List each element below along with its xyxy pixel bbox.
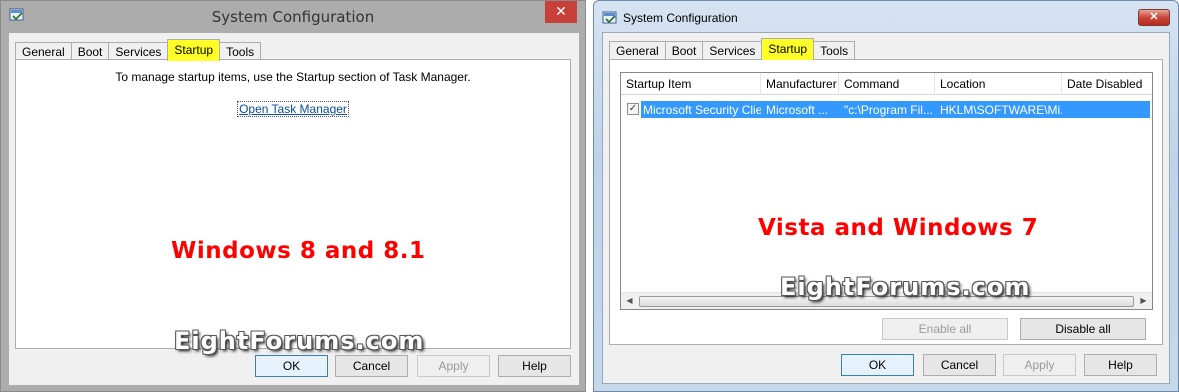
column-header-date-disabled[interactable]: Date Disabled bbox=[1062, 73, 1152, 95]
cell-startup-item: Microsoft Security Client bbox=[643, 102, 761, 117]
column-header-manufacturer[interactable]: Manufacturer bbox=[761, 73, 839, 95]
scroll-right-arrow-icon[interactable]: ▶ bbox=[1135, 293, 1152, 309]
tab-startup[interactable]: Startup bbox=[761, 38, 815, 60]
cell-manufacturer: Microsoft ... bbox=[766, 102, 829, 117]
watermark-text: EightForums.com bbox=[174, 327, 425, 355]
close-button[interactable]: ✕ bbox=[545, 1, 577, 23]
cell-location: HKLM\SOFTWARE\Mi... bbox=[940, 102, 1062, 117]
os-label-windows-8: Windows 8 and 8.1 bbox=[171, 238, 426, 264]
column-header-startup-item[interactable]: Startup Item bbox=[621, 73, 761, 95]
os-label-windows-7: Vista and Windows 7 bbox=[758, 215, 1039, 241]
close-button[interactable]: ✕ bbox=[1138, 9, 1170, 26]
startup-tab-panel: To manage startup items, use the Startup… bbox=[15, 59, 571, 349]
msconfig-app-icon bbox=[602, 11, 617, 24]
cancel-button[interactable]: Cancel bbox=[923, 354, 996, 376]
tab-services[interactable]: Services bbox=[702, 41, 763, 60]
tab-startup[interactable]: Startup bbox=[167, 39, 221, 61]
window-title: System Configuration bbox=[623, 11, 738, 25]
ok-button[interactable]: OK bbox=[255, 355, 328, 377]
watermark-text: EightForums.com bbox=[780, 273, 1031, 301]
help-button[interactable]: Help bbox=[1084, 354, 1157, 376]
list-header: Startup Item Manufacturer Command Locati… bbox=[621, 73, 1152, 95]
tab-boot[interactable]: Boot bbox=[664, 41, 704, 60]
disable-all-button[interactable]: Disable all bbox=[1020, 318, 1146, 340]
tab-general[interactable]: General bbox=[609, 41, 666, 60]
help-button[interactable]: Help bbox=[498, 355, 571, 377]
tab-tools[interactable]: Tools bbox=[813, 41, 856, 60]
system-configuration-window-win7: System Configuration ✕ General Boot Serv… bbox=[593, 0, 1179, 392]
column-header-location[interactable]: Location bbox=[935, 73, 1062, 95]
open-task-manager-link-row: Open Task Manager bbox=[16, 101, 570, 117]
enable-all-button[interactable]: Enable all bbox=[882, 318, 1008, 340]
window-title: System Configuration bbox=[211, 8, 375, 26]
ok-button[interactable]: OK bbox=[841, 354, 914, 376]
tab-strip: General Boot Services Startup Tools bbox=[15, 39, 262, 61]
list-item[interactable]: ✓ Microsoft Security Client Microsoft ..… bbox=[621, 101, 1152, 118]
cancel-button[interactable]: Cancel bbox=[335, 355, 408, 377]
cell-command: "c:\Program Fil... bbox=[844, 102, 933, 117]
startup-tab-panel: Startup Item Manufacturer Command Locati… bbox=[609, 59, 1163, 345]
column-header-command[interactable]: Command bbox=[839, 73, 935, 95]
scroll-left-arrow-icon[interactable]: ◀ bbox=[621, 293, 638, 309]
tab-strip: General Boot Services Startup Tools bbox=[609, 38, 856, 60]
apply-button[interactable]: Apply bbox=[417, 355, 490, 377]
title-bar: System Configuration ✕ bbox=[1, 1, 585, 33]
open-task-manager-link[interactable]: Open Task Manager bbox=[237, 101, 349, 117]
system-configuration-window-win8: System Configuration ✕ General Boot Serv… bbox=[0, 0, 586, 392]
apply-button[interactable]: Apply bbox=[1003, 354, 1076, 376]
startup-message: To manage startup items, use the Startup… bbox=[115, 70, 471, 84]
dialog-client-area: General Boot Services Startup Tools Star… bbox=[602, 32, 1170, 384]
